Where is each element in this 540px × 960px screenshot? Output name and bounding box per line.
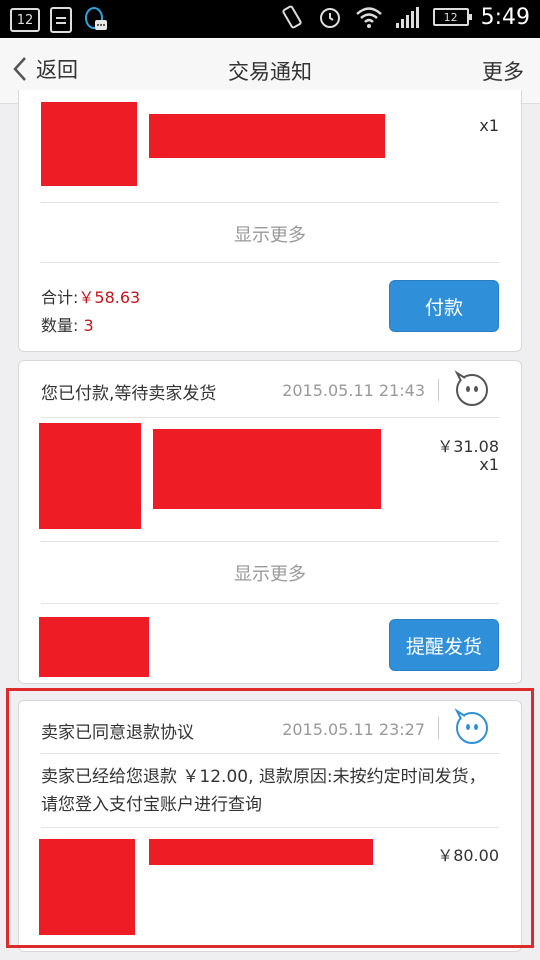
remind-ship-button[interactable]: 提醒发货 <box>389 619 499 671</box>
total-value: ￥58.63 <box>78 288 141 307</box>
order-card-1: x1 显示更多 合计:￥58.63 数量: 3 付款 <box>18 90 522 352</box>
count-label: 数量: <box>41 316 79 335</box>
item-quantity: x1 <box>479 455 499 474</box>
card-title: 您已付款,等待卖家发货 <box>41 384 217 404</box>
redacted-product-name <box>153 429 381 509</box>
wifi-icon <box>355 7 382 28</box>
item-quantity: x1 <box>479 116 499 135</box>
alarm-icon <box>319 8 340 28</box>
total-label: 合计: <box>41 288 79 307</box>
redacted-product-image <box>39 423 141 529</box>
status-bar: 12 12 5:49 <box>0 0 540 38</box>
order-card-2: 您已付款,等待卖家发货 2015.05.11 21:43 ￥31.08 x1 显… <box>18 360 522 684</box>
pay-button[interactable]: 付款 <box>389 280 499 332</box>
show-more-link[interactable]: 显示更多 <box>19 560 521 586</box>
card-date: 2015.05.11 21:43 <box>282 381 425 400</box>
count-value: 3 <box>83 316 94 335</box>
page-title: 交易通知 <box>228 60 312 84</box>
highlight-box <box>6 688 534 948</box>
show-more-link[interactable]: 显示更多 <box>19 221 521 247</box>
more-button[interactable]: 更多 <box>482 56 524 86</box>
clock-time: 5:49 <box>480 4 530 30</box>
redacted-product-name <box>149 114 385 158</box>
item-price: ￥31.08 <box>437 437 499 456</box>
qq-icon <box>85 7 107 30</box>
chat-face-icon[interactable] <box>453 369 491 407</box>
order-count: 数量: 3 <box>41 312 94 336</box>
notification-count-icon: 12 <box>10 8 40 32</box>
order-total: 合计:￥58.63 <box>41 284 140 308</box>
redacted-product-image <box>41 102 137 186</box>
battery-icon: 12 <box>432 8 472 26</box>
signal-icon <box>395 7 419 28</box>
vibrate-icon <box>281 5 302 29</box>
document-icon <box>50 7 72 33</box>
redacted-summary <box>39 617 149 677</box>
